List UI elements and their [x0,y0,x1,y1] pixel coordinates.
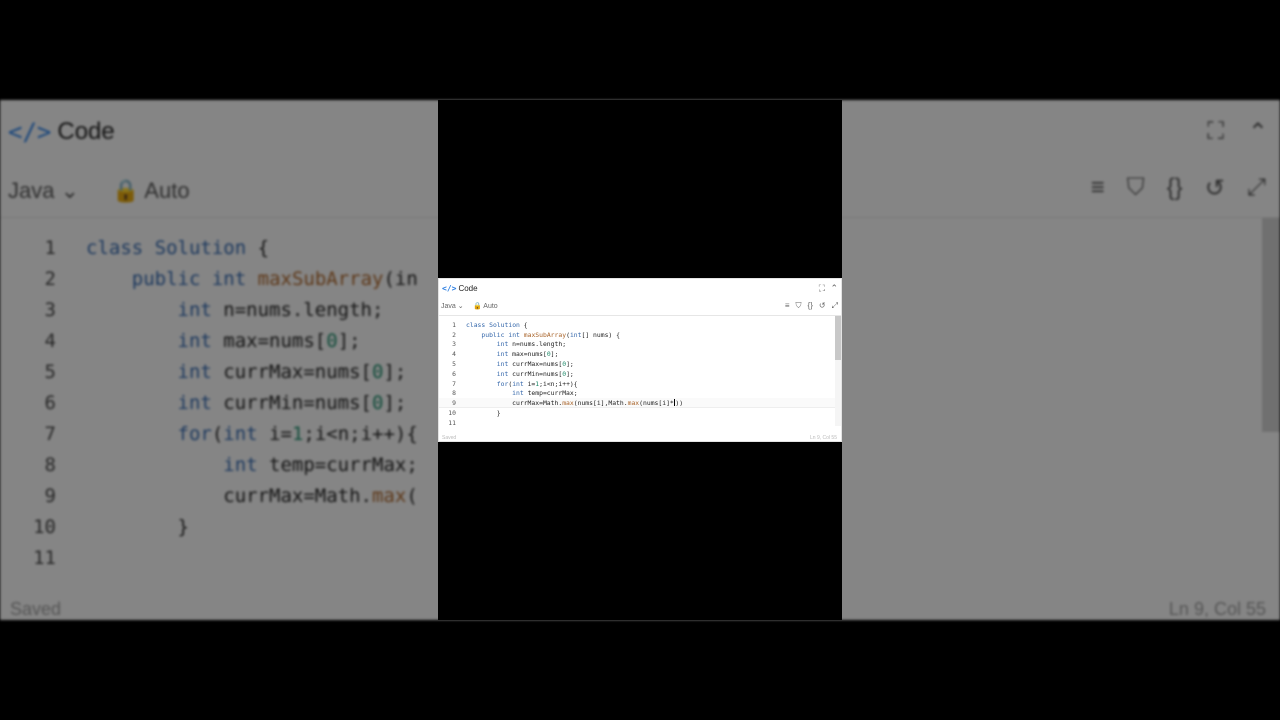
code-line[interactable]: 1 class Solution { [439,320,837,330]
line-number: 8 [452,389,456,398]
code-line[interactable]: 2 public int maxSubArray(int[] nums) { [439,330,837,340]
lock-icon: 🔒 [473,303,482,310]
line-number: 6 [452,369,456,378]
bg-line-number: 9 [44,484,56,507]
bookmark-icon[interactable]: ⛉ [796,301,802,311]
scrollbar-thumb[interactable] [835,316,841,360]
bg-code-text: currMax=Math.max( [86,484,418,507]
editor-title-label: Code [458,284,478,293]
editor-header: </> Code ⛶ ⌃ [439,279,841,299]
status-cursor-position: Ln 9, Col 55 [810,435,837,441]
reset-icon[interactable]: ↺ [819,301,826,311]
braces-icon[interactable]: {} [808,301,813,311]
language-select[interactable]: Java ⌄ [441,302,464,310]
bg-code-text: class Solution { [86,236,270,259]
bg-code-text: } [86,515,189,538]
bg-mode-label: 🔒 Auto [112,178,190,203]
bg-format-icon: ≡ [1090,174,1105,201]
bg-line-number: 6 [44,391,56,414]
bg-line-number: 1 [44,236,56,259]
line-number: 2 [452,330,456,339]
code-text[interactable]: } [456,409,501,417]
status-saved: Saved [442,435,457,441]
bg-line-number: 4 [44,329,56,352]
line-number: 7 [452,379,456,388]
bg-toolbar-icons: ≡ ⛉ {} ↺ ⤢ [1091,174,1266,203]
bg-reset-icon: ↺ [1204,175,1225,202]
bg-collapse-icon: ⌃ [1247,119,1268,146]
mode-indicator: 🔒 Auto [473,302,498,310]
collapse-icon[interactable]: ⌃ [830,283,838,294]
bg-bookmark-icon: ⛉ [1126,174,1145,201]
bg-line-number: 3 [44,298,56,321]
line-number: 3 [452,340,456,349]
bg-status-position: Ln 9, Col 55 [1168,599,1266,619]
language-label: Java [441,303,456,310]
code-line[interactable]: 7 for(int i=1;i<n;i++){ [439,379,837,389]
bg-status-saved: Saved [10,599,62,619]
bg-code-text: int max=nums[0]; [177,329,361,352]
editor-title: </> Code [442,284,478,293]
text-cursor [674,399,676,407]
line-number: 10 [448,409,456,418]
bg-code-text: int currMax=nums[0]; [177,360,407,383]
code-area[interactable]: 1 class Solution {2 public int maxSubArra… [439,320,837,428]
code-text[interactable]: currMax=Math.max(nums[i],Math.max(nums[i… [456,399,683,407]
code-line[interactable]: 5 int currMax=nums[0]; [439,359,837,369]
editor-toolbar: Java ⌄ 🔒 Auto ≡ ⛉ {} ↺ ⤢ [439,299,841,316]
line-number: 11 [448,418,456,427]
code-text[interactable]: int n=nums.length; [456,340,566,348]
bg-code-text: int temp=currMax; [223,453,418,476]
format-icon[interactable]: ≡ [785,301,790,311]
code-line[interactable]: 3 int n=nums.length; [439,340,837,350]
bg-scrollbar [1262,218,1280,432]
code-text[interactable]: int currMax=nums[0]; [456,360,574,368]
bg-fullscreen-icon: ⛶ [1207,118,1224,145]
code-line[interactable]: 9 currMax=Math.max(nums[i],Math.max(nums… [439,398,837,409]
code-line[interactable]: 11 [439,418,837,428]
code-line[interactable]: 10 } [439,408,837,418]
line-number: 9 [452,398,456,407]
line-number: 4 [452,350,456,359]
bg-language-select: Java ⌄ [8,178,80,203]
code-brackets-icon: </> [442,284,457,293]
expand-icon[interactable]: ⤢ [832,301,838,311]
code-brackets-icon: </> [8,118,52,146]
mode-label: Auto [483,303,498,310]
code-line[interactable]: 8 int temp=currMax; [439,389,837,399]
code-editor-panel: </> Code ⛶ ⌃ Java ⌄ 🔒 Auto ≡ ⛉ {} ↺ ⤢ 1c… [438,278,842,442]
bg-code-text: for(int i=1;i<n;i++){ [177,422,418,445]
line-number: 1 [452,320,456,329]
fullscreen-icon[interactable]: ⛶ [819,283,825,294]
bg-braces-icon: {} [1166,174,1183,201]
bg-code-text: public int maxSubArray(in [131,267,418,290]
bg-expand-icon: ⤢ [1246,174,1266,201]
code-text[interactable]: public int maxSubArray(int[] nums) { [456,331,620,339]
code-text[interactable]: for(int i=1;i<n;i++){ [456,380,578,388]
bg-code-text: int currMin=nums[0]; [177,391,407,414]
bg-line-number: 10 [33,515,56,538]
chevron-down-icon: ⌄ [457,303,464,310]
line-number: 5 [452,360,456,369]
code-line[interactable]: 4 int max=nums[0]; [439,349,837,359]
code-text[interactable]: int max=nums[0]; [456,350,559,358]
bg-line-number: 5 [44,360,56,383]
code-text[interactable]: class Solution { [456,321,528,329]
code-text[interactable]: int currMin=nums[0]; [456,370,574,378]
bg-line-number: 7 [44,422,56,445]
bg-line-number: 2 [44,267,56,290]
toolbar-icons: ≡ ⛉ {} ↺ ⤢ [785,301,838,311]
bg-line-number: 8 [44,453,56,476]
code-line[interactable]: 6 int currMin=nums[0]; [439,369,837,379]
bg-editor-title: </> Code [8,118,115,146]
code-text[interactable]: int temp=currMax; [456,389,577,397]
bg-code-text: int n=nums.length; [177,298,384,321]
bg-line-number: 11 [33,546,56,569]
